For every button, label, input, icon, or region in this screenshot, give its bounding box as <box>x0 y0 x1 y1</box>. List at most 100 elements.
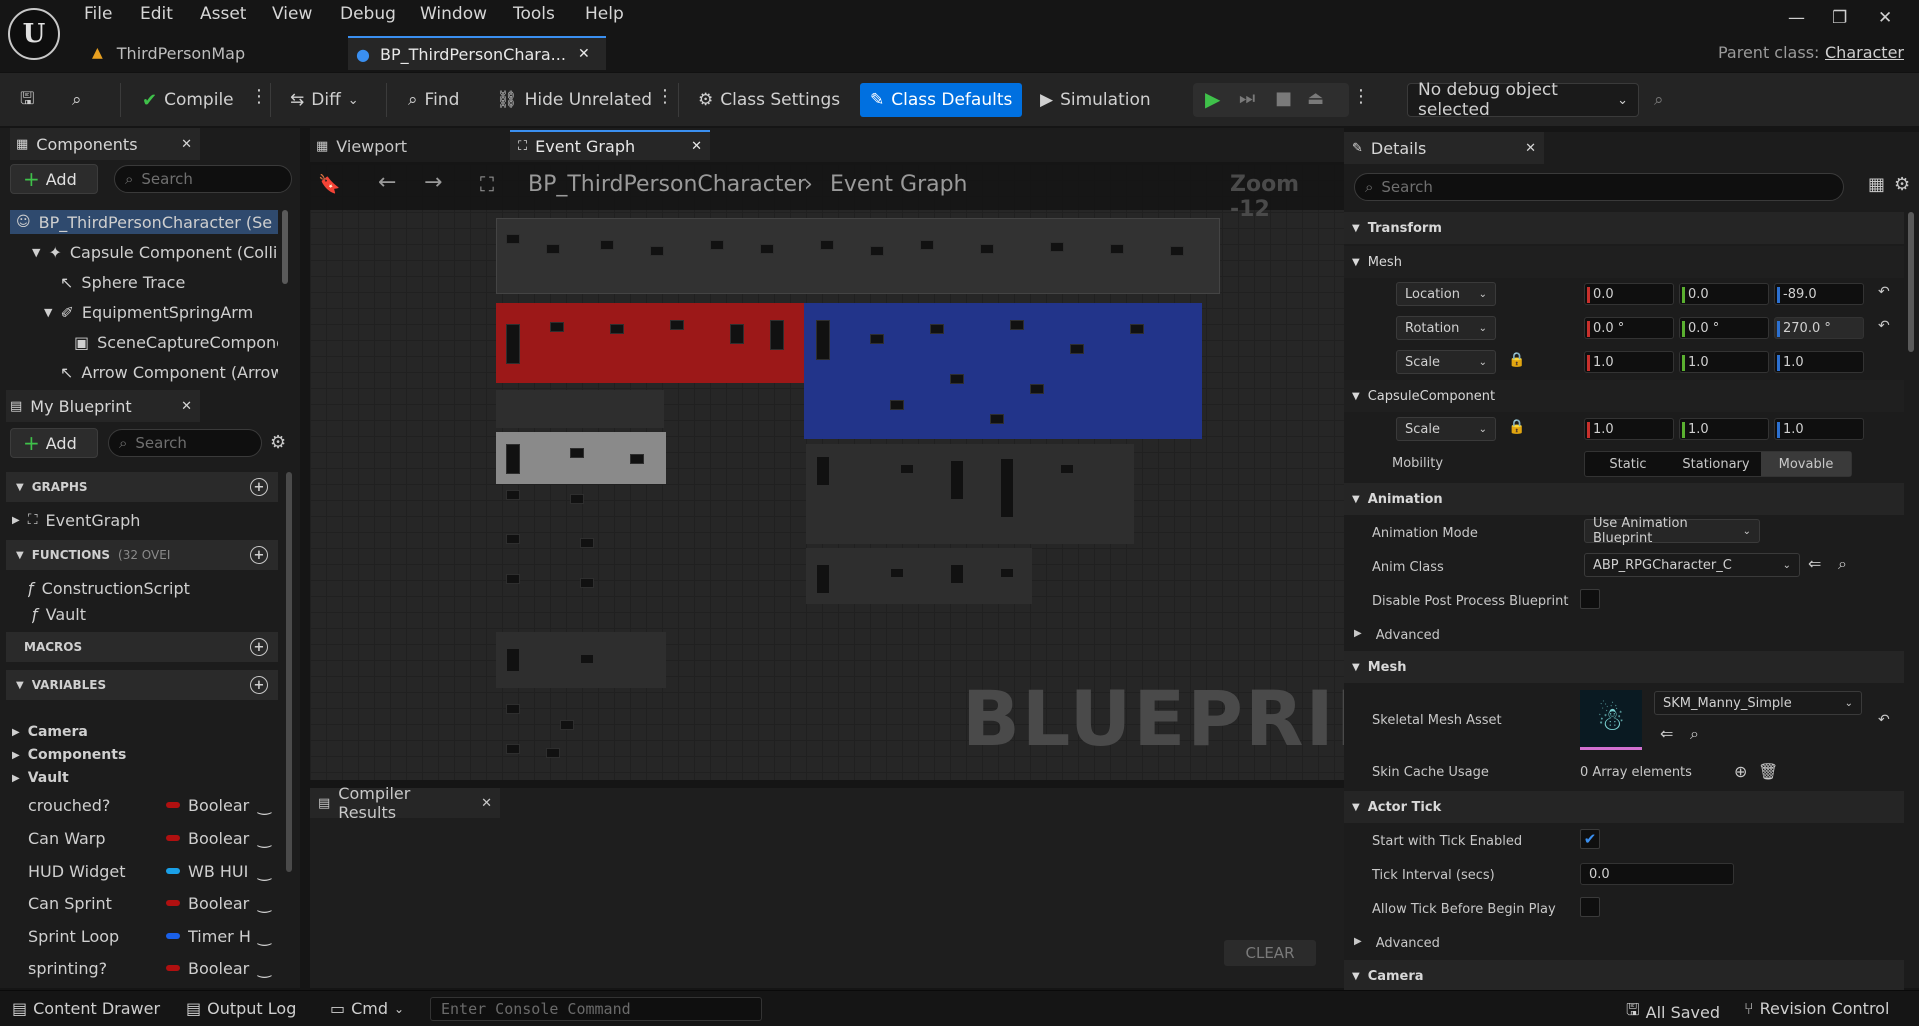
reset-icon[interactable]: ↶ <box>1878 318 1890 334</box>
compile-button[interactable]: ✔ Compile <box>142 83 234 117</box>
visibility-icon[interactable]: ‿ <box>258 927 271 946</box>
mesh-section[interactable]: ▼ Mesh <box>1344 651 1904 683</box>
class-defaults-button[interactable]: ✎ Class Defaults <box>860 83 1023 117</box>
details-scrollbar[interactable] <box>1908 212 1914 352</box>
gear-icon[interactable]: ⚙ <box>1894 174 1910 195</box>
class-settings-button[interactable]: ⚙ Class Settings <box>698 83 840 117</box>
mobility-static[interactable]: Static <box>1585 452 1671 476</box>
all-saved-button[interactable]: 🖫 All Saved <box>1626 999 1720 1026</box>
step-icon[interactable]: ⏭ <box>1239 88 1255 109</box>
macros-section[interactable]: MACROS + <box>6 632 278 662</box>
component-arrow[interactable]: ↖ Arrow Component (Arrow <box>60 360 278 384</box>
component-spring-arm[interactable]: ▼ ✐ EquipmentSpringArm <box>44 300 278 324</box>
add-blueprint-item-button[interactable]: + Add <box>10 428 98 458</box>
use-selected-icon[interactable]: ⇐ <box>1808 554 1821 573</box>
menu-debug[interactable]: Debug <box>340 4 396 24</box>
add-element-icon[interactable]: ⊕ <box>1734 762 1747 781</box>
variable-row[interactable]: Can Sprint Boolear ‿ <box>28 890 280 916</box>
reset-icon[interactable]: ↶ <box>1878 712 1890 728</box>
breadcrumb-blueprint[interactable]: BP_ThirdPersonCharacter <box>528 172 806 197</box>
unreal-logo-icon[interactable]: U <box>8 8 60 60</box>
start-tick-checkbox[interactable]: ✔ <box>1580 829 1600 849</box>
menu-tools[interactable]: Tools <box>513 4 555 24</box>
visibility-icon[interactable]: ‿ <box>258 862 271 881</box>
anim-class-select[interactable]: ABP_RPGCharacter_C ⌄ <box>1584 553 1800 577</box>
tab-bp-third-person[interactable]: ● BP_ThirdPersonChara... ✕ <box>348 36 606 70</box>
disable-ppb-checkbox[interactable] <box>1580 589 1600 609</box>
table-view-icon[interactable]: ▦ <box>1868 174 1885 195</box>
add-macro-icon[interactable]: + <box>250 638 268 656</box>
scale-x-field[interactable]: 1.0 <box>1584 351 1674 373</box>
comment-box[interactable] <box>806 548 1032 604</box>
comment-box[interactable] <box>496 390 664 428</box>
add-variable-icon[interactable]: + <box>250 676 268 694</box>
mobility-stationary[interactable]: Stationary <box>1671 452 1761 476</box>
graphs-section[interactable]: ▼ GRAPHS + <box>6 472 278 502</box>
component-capsule[interactable]: ▼ ✦ Capsule Component (Colli <box>32 240 278 264</box>
skeletal-mesh-select[interactable]: SKM_Manny_Simple ⌄ <box>1654 691 1862 715</box>
visibility-icon[interactable]: ‿ <box>258 829 271 848</box>
actor-tick-section[interactable]: ▼ Actor Tick <box>1344 791 1904 823</box>
components-scrollbar[interactable] <box>282 210 288 284</box>
animation-advanced[interactable]: ▶ Advanced <box>1354 628 1440 643</box>
visibility-icon[interactable]: ‿ <box>258 959 271 978</box>
compile-options-icon[interactable]: ⋮ <box>250 86 268 107</box>
variable-row[interactable]: crouched? Boolear ‿ <box>28 792 280 818</box>
scale-y-field[interactable]: 1.0 <box>1679 351 1769 373</box>
menu-view[interactable]: View <box>272 4 312 24</box>
bookmark-icon[interactable]: 🔖 <box>318 174 340 195</box>
close-window-icon[interactable]: ✕ <box>1878 8 1892 28</box>
components-search-input[interactable]: ⌕ Search <box>114 165 292 193</box>
camera-section[interactable]: ▼ Camera <box>1344 960 1904 992</box>
close-icon[interactable]: ✕ <box>691 139 702 154</box>
capsule-scale-mode-select[interactable]: Scale ⌄ <box>1396 417 1496 441</box>
find-button[interactable]: ⌕ Find <box>408 83 459 117</box>
close-icon[interactable]: ✕ <box>181 399 192 414</box>
function-vault[interactable]: ƒ Vault <box>32 602 272 626</box>
minimize-icon[interactable]: — <box>1788 8 1805 28</box>
console-command-input[interactable]: Enter Console Command <box>430 997 762 1021</box>
content-drawer-button[interactable]: ▤ Content Drawer <box>12 999 160 1018</box>
clear-button[interactable]: CLEAR <box>1224 940 1316 966</box>
capsule-scale-x-field[interactable]: 1.0 <box>1584 418 1674 440</box>
location-mode-select[interactable]: Location ⌄ <box>1396 282 1496 306</box>
add-graph-icon[interactable]: + <box>250 478 268 496</box>
variable-row[interactable]: Can Warp Boolear ‿ <box>28 825 280 851</box>
parent-class-link[interactable]: Character <box>1825 43 1904 62</box>
comment-box-red[interactable] <box>496 303 804 383</box>
event-graph-canvas[interactable]: 🔖 ← → ⛶ BP_ThirdPersonCharacter › Event … <box>310 164 1344 780</box>
lock-icon[interactable]: 🔒 <box>1508 419 1525 435</box>
browse-icon[interactable]: ⌕ <box>1690 724 1699 744</box>
functions-section[interactable]: ▼ FUNCTIONS (32 OVEI + <box>6 540 278 570</box>
rotation-x-field[interactable]: 0.0 ° <box>1584 317 1674 339</box>
rotation-z-field[interactable]: 270.0 ° <box>1774 317 1864 339</box>
scale-mode-select[interactable]: Scale ⌄ <box>1396 350 1496 374</box>
event-graph-item[interactable]: ▶ ⛶ EventGraph <box>12 508 272 532</box>
trash-icon[interactable]: 🗑 <box>1758 762 1778 781</box>
visibility-icon[interactable]: ‿ <box>258 796 271 815</box>
close-icon[interactable]: ✕ <box>181 137 192 152</box>
var-group-camera[interactable]: ▶ Camera <box>12 720 272 744</box>
tab-viewport[interactable]: ▦ Viewport <box>316 132 407 160</box>
play-icon[interactable]: ▶ <box>1205 87 1220 111</box>
actor-tick-advanced[interactable]: ▶ Advanced <box>1354 936 1440 951</box>
transform-mesh-subsection[interactable]: ▼ Mesh <box>1344 246 1904 278</box>
scale-z-field[interactable]: 1.0 <box>1774 351 1864 373</box>
tab-event-graph[interactable]: ⛶ Event Graph ✕ <box>510 130 710 160</box>
menu-file[interactable]: File <box>84 4 112 24</box>
output-log-button[interactable]: ▤ Output Log <box>186 999 296 1018</box>
my-blueprint-scrollbar[interactable] <box>286 472 292 872</box>
capsule-subsection[interactable]: ▼ CapsuleComponent <box>1344 380 1904 412</box>
animation-section[interactable]: ▼ Animation <box>1344 483 1904 515</box>
add-component-button[interactable]: + Add <box>10 164 98 194</box>
restore-icon[interactable]: ❐ <box>1832 8 1847 28</box>
var-group-vault[interactable]: ▶ Vault <box>12 766 272 790</box>
close-icon[interactable]: ✕ <box>481 796 492 811</box>
location-z-field[interactable]: -89.0 <box>1774 283 1864 305</box>
component-root[interactable]: ☺ BP_ThirdPersonCharacter (Se <box>10 210 278 234</box>
close-tab-icon[interactable]: ✕ <box>578 46 590 62</box>
browse-icon[interactable]: ⌕ <box>1838 554 1847 574</box>
menu-edit[interactable]: Edit <box>140 4 173 24</box>
debug-object-select[interactable]: No debug object selected ⌄ <box>1407 80 1639 120</box>
play-options-icon[interactable]: ⋮ <box>1352 86 1370 107</box>
